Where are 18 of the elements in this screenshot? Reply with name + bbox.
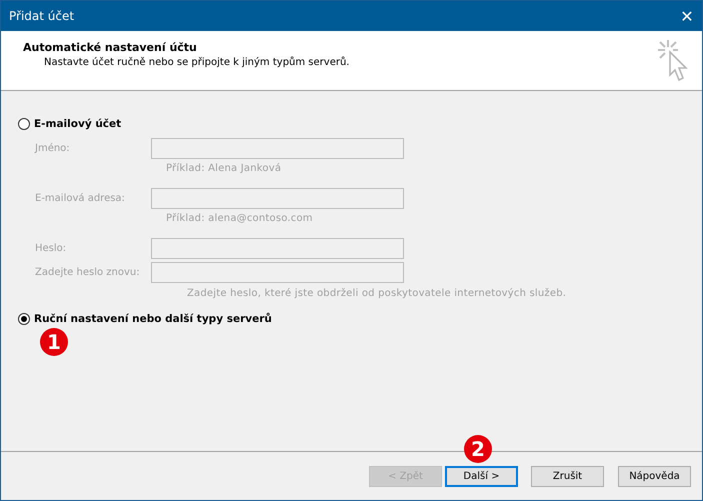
radio-option[interactable]: E-mailový účet <box>18 116 702 132</box>
example-hint: Příklad: alena@contoso.com <box>165 213 314 226</box>
radio-option[interactable]: Ruční nastavení nebo další typy serverů <box>18 311 702 327</box>
step-badge: 1 <box>40 328 68 356</box>
dialog-button[interactable]: Nápověda <box>618 466 691 486</box>
example-hint: Příklad: Alena Janková <box>165 163 282 176</box>
step-badge: 2 <box>464 435 492 463</box>
window-title: Přidat účet <box>8 9 74 23</box>
field-label: Jméno: <box>35 143 71 154</box>
field-label: Heslo: <box>35 243 68 254</box>
field-label: E-mailová adresa: <box>35 193 126 204</box>
dialog-button[interactable]: Zrušit <box>531 466 604 486</box>
dialog-button[interactable]: Další > <box>445 466 518 486</box>
password-note: Zadejte heslo, které jste obdrželi od poskytovatele internetových služeb. <box>186 288 568 299</box>
header-title: Automatické nastavení účtu <box>23 41 198 54</box>
field-label: Zadejte heslo znovu: <box>35 267 141 278</box>
close-button[interactable]: ✕ <box>672 1 702 31</box>
header-subtitle: Nastavte účet ručně nebo se připojte k jiným typům serverů. <box>43 57 350 68</box>
